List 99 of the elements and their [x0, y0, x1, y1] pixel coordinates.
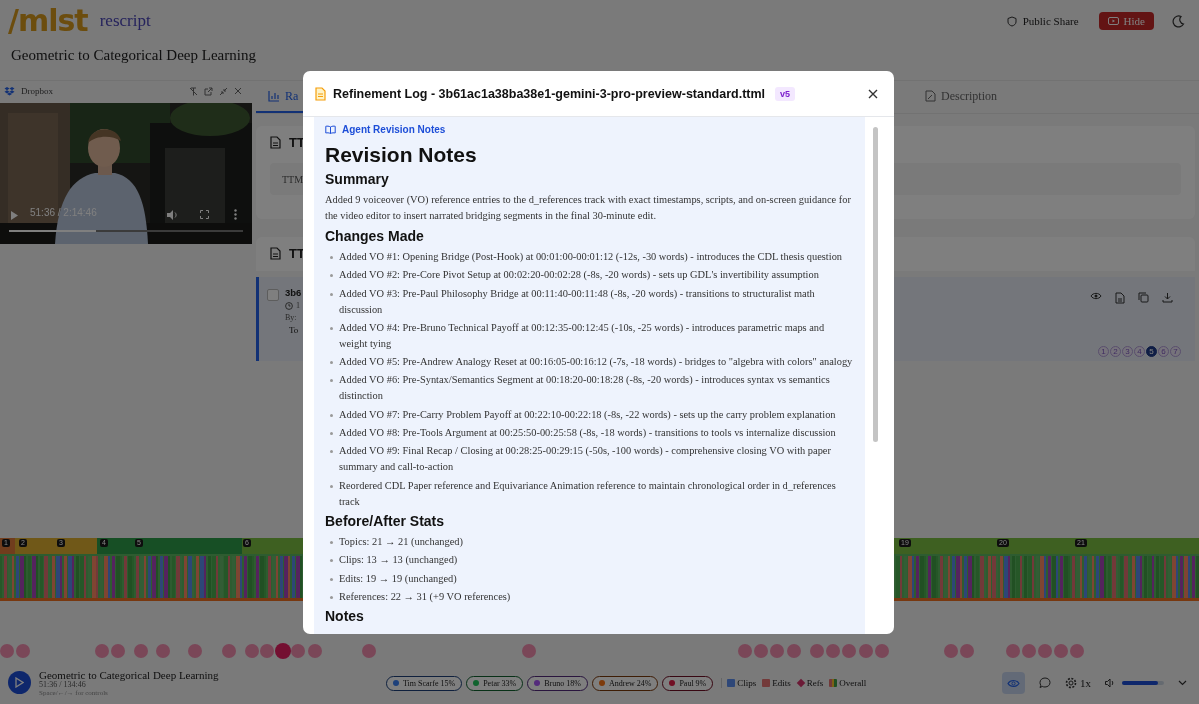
panel-text: TTM	[282, 173, 304, 185]
section-heading: Summary	[325, 170, 390, 189]
bullet-icon	[330, 361, 333, 365]
list-item: Added VO #4: Pre-Bruno Technical Payoff at 00:12:35-00:12:45 (-10s, -25 words) - introduces parametric maps and weight tying	[339, 320, 826, 351]
speaker-chip[interactable]: Andrew 24%	[591, 675, 659, 691]
bullet-icon	[330, 450, 333, 454]
list-item: Edits: 19 → 19 (unchanged)	[339, 571, 457, 586]
list-item: Added VO #3: Pre-Paul Philosophy Bridge at 00:11:40-00:11:48 (-8s, -20 words) - transitions to structuralist math discussion	[339, 286, 816, 317]
bullet-icon	[330, 484, 333, 488]
checkbox[interactable]	[267, 289, 279, 301]
document-icon	[270, 246, 281, 260]
section-label: Agent Revision Notes	[342, 123, 446, 135]
bullet-icon	[330, 432, 333, 436]
legend-label: Refs	[806, 678, 824, 688]
speaker-chip[interactable]: Tim Scarfe 15%	[386, 675, 463, 691]
book-icon	[325, 124, 336, 134]
document-icon	[270, 135, 281, 149]
speed-button[interactable]: 1x	[1065, 677, 1091, 689]
speaker-chip[interactable]: Paul 9%	[662, 675, 714, 691]
list-item: Clips: 13 → 13 (unchanged)	[339, 553, 458, 568]
fullscreen-icon[interactable]	[200, 210, 209, 219]
hide-button[interactable]: Hide	[1098, 12, 1154, 30]
list-item: Added VO #6: Pre-Syntax/Semantics Segment at 00:18:20-00:18:28 (-8s, -20 words) - introduces syntax vs semantics distinction	[339, 373, 831, 404]
volume-icon[interactable]	[167, 210, 178, 220]
collapse-icon[interactable]	[219, 86, 228, 96]
notes-heading: Revision Notes	[325, 142, 478, 168]
list-item: Added VO #7: Pre-Carry Problem Payoff at 00:22:10-00:22:18 (-8s, -22 words) - sets up the carry problem explanation	[339, 407, 836, 422]
app-name: rescript	[99, 11, 151, 31]
volume-icon[interactable]	[1105, 678, 1116, 688]
unpin-icon[interactable]	[189, 86, 198, 96]
version-badge: v5	[775, 86, 796, 101]
list-item: Added VO #1: Opening Bridge (Post-Hook) at 00:01:00-00:01:12 (-12s, -30 words) - introduces the CDL thesis question	[339, 250, 843, 264]
comment-icon[interactable]	[1039, 677, 1051, 689]
panel-heading: TT	[289, 245, 305, 261]
eye-icon	[1007, 678, 1020, 688]
list-item: Added VO #2: Pre-Core Pivot Setup at 00:02:20-00:02:28 (-8s, -20 words) - sets up GDL's invertibility assumption	[339, 268, 819, 283]
chart-icon	[268, 90, 280, 102]
list-item: Added VO #5: Pre-Andrew Analogy Reset at 00:16:05-00:16:12 (-7s, -18 words) - bridges to "algebra with colors" analogy	[339, 355, 853, 370]
page-button[interactable]: 4	[1134, 346, 1145, 357]
file-name: 3b6	[285, 287, 302, 298]
legend-label: Clips	[737, 678, 757, 688]
bullet-icon	[330, 577, 333, 581]
shield-icon	[1006, 15, 1017, 27]
play-icon[interactable]	[11, 211, 18, 220]
view-toggle-button[interactable]	[1002, 672, 1025, 694]
tab[interactable]: Description	[912, 81, 1009, 113]
scrollbar-thumb[interactable]	[873, 127, 878, 442]
speaker-chip[interactable]: Bruno 18%	[527, 675, 588, 691]
gear-icon	[1065, 677, 1077, 689]
video-icon	[1107, 17, 1119, 25]
play-icon	[15, 677, 24, 689]
bullet-icon	[330, 379, 333, 383]
eye-icon[interactable]	[1090, 292, 1102, 300]
moon-icon[interactable]	[1172, 14, 1185, 28]
legend-label: Edits	[772, 678, 791, 688]
page-button[interactable]: 7	[1170, 346, 1181, 357]
page-button[interactable]: 5	[1146, 346, 1157, 357]
list-item: Reordered CDL Paper reference and Equivariance Animation reference to maintain chronological order in d_references track	[339, 478, 837, 509]
panel-heading: TT	[289, 134, 305, 150]
close-icon[interactable]	[868, 88, 878, 99]
page-button[interactable]: 1	[1098, 346, 1109, 357]
clock-icon	[285, 301, 293, 310]
copy-icon[interactable]	[1138, 292, 1149, 303]
playback-time: 51:36 / 134:46	[39, 680, 87, 690]
download-icon[interactable]	[1162, 292, 1173, 303]
bullet-icon	[330, 292, 333, 296]
list-item: Topics: 21 → 21 (unchanged)	[339, 534, 463, 549]
file-tag: To	[289, 325, 302, 335]
section-heading: Notes	[325, 607, 365, 627]
summary-text: Added 9 voiceover (VO) reference entries to the d_references track with exact timestamps, scripts, and on-screen guidance for the video editor to insert narrated bridging segments in the final 30-minute edit.	[325, 193, 852, 223]
file-author: By:	[285, 313, 298, 322]
bullet-icon	[330, 595, 333, 599]
list-item: Added VO #8: Pre-Tools Argument at 00:25:50-00:25:58 (-8s, -18 words) - transitions to tools vs internalize discussion	[339, 426, 836, 441]
bullet-icon	[330, 326, 333, 330]
document-edit-icon	[924, 90, 936, 102]
bullet-icon	[330, 413, 333, 417]
episode-title: Geometric to Categorical Deep Learning	[39, 668, 219, 681]
chevron-down-icon[interactable]	[1178, 680, 1187, 686]
play-button[interactable]	[8, 671, 31, 695]
dropbox-icon	[4, 86, 15, 96]
bullet-icon	[330, 540, 333, 544]
bullet-icon	[330, 256, 333, 259]
document-icon	[315, 86, 326, 101]
bullet-icon	[330, 559, 333, 563]
page-button[interactable]: 2	[1110, 346, 1121, 357]
public-share-button[interactable]: Public Share	[1022, 15, 1079, 27]
video-source: Dropbox	[21, 86, 53, 96]
bullet-icon	[330, 274, 333, 278]
legend-label: Overall	[839, 678, 867, 688]
more-icon[interactable]	[234, 209, 237, 220]
external-link-icon[interactable]	[204, 86, 213, 96]
section-heading: Changes Made	[325, 227, 425, 246]
list-item: References: 22 → 31 (+9 VO references)	[339, 589, 511, 604]
document-icon[interactable]	[1115, 292, 1125, 304]
speaker-chip[interactable]: Petar 33%	[466, 675, 524, 691]
modal-title: Refinement Log - 3b61ac1a38ba38e1-gemini-3-pro-preview-standard.ttml	[333, 86, 766, 101]
legend-swatch	[829, 679, 838, 687]
section-heading: Before/After Stats	[325, 511, 446, 531]
list-item: Added VO #9: Final Recap / Closing at 00:28:25-00:29:15 (-50s, -100 words) - comprehensive closing VO with paper summary and call-to-action	[339, 444, 832, 475]
